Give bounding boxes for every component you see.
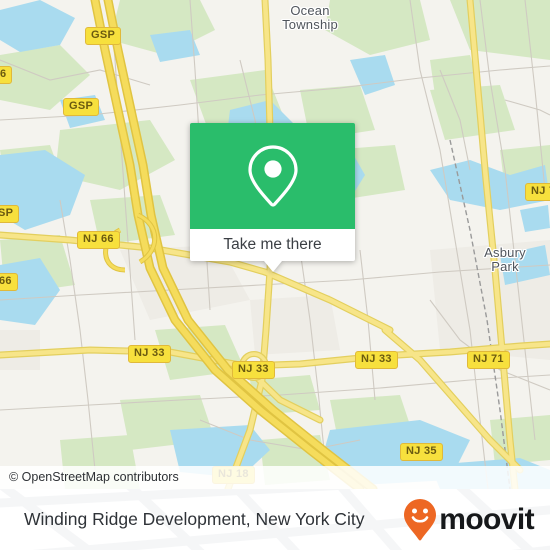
map-canvas[interactable]: Ocean Township Asbury Park GSP GSP 6 SP 66… — [0, 0, 550, 489]
popup-action[interactable]: Take me there — [190, 229, 355, 272]
highway-shield-nj33: NJ 33 — [128, 345, 171, 363]
moovit-wordmark: moovit — [439, 502, 534, 536]
highway-shield-nj71-edge: NJ 7 — [525, 183, 550, 201]
footer-bar: Winding Ridge Development, New York City… — [0, 489, 550, 550]
popup-pointer-tail — [263, 261, 282, 272]
highway-shield-nj35: NJ 35 — [400, 443, 443, 461]
take-me-there-label: Take me there — [223, 236, 322, 253]
moovit-logo[interactable]: moovit — [403, 489, 535, 550]
map-pin-icon — [247, 145, 298, 207]
moovit-smiley-pin-icon — [404, 498, 437, 540]
map-page: Ocean Township Asbury Park GSP GSP 6 SP 66… — [0, 0, 550, 550]
highway-shield-nj33: NJ 33 — [232, 361, 275, 379]
map-attribution[interactable]: © OpenStreetMap contributors — [0, 466, 550, 489]
page-title: Winding Ridge Development, New York City — [24, 509, 365, 529]
highway-shield-6: 6 — [0, 66, 13, 84]
highway-shield-nj71: NJ 71 — [467, 351, 510, 369]
highway-shield-gsp: GSP — [63, 98, 100, 116]
highway-shield-nj66: NJ 66 — [77, 231, 120, 249]
highway-shield-gsp: GSP — [85, 27, 122, 45]
highway-shield-nj33: NJ 33 — [355, 351, 398, 369]
highway-shield-66: 66 — [0, 273, 18, 291]
popup-header — [190, 123, 355, 229]
highway-shield-sp: SP — [0, 205, 20, 223]
location-popup[interactable]: Take me there — [190, 123, 355, 272]
